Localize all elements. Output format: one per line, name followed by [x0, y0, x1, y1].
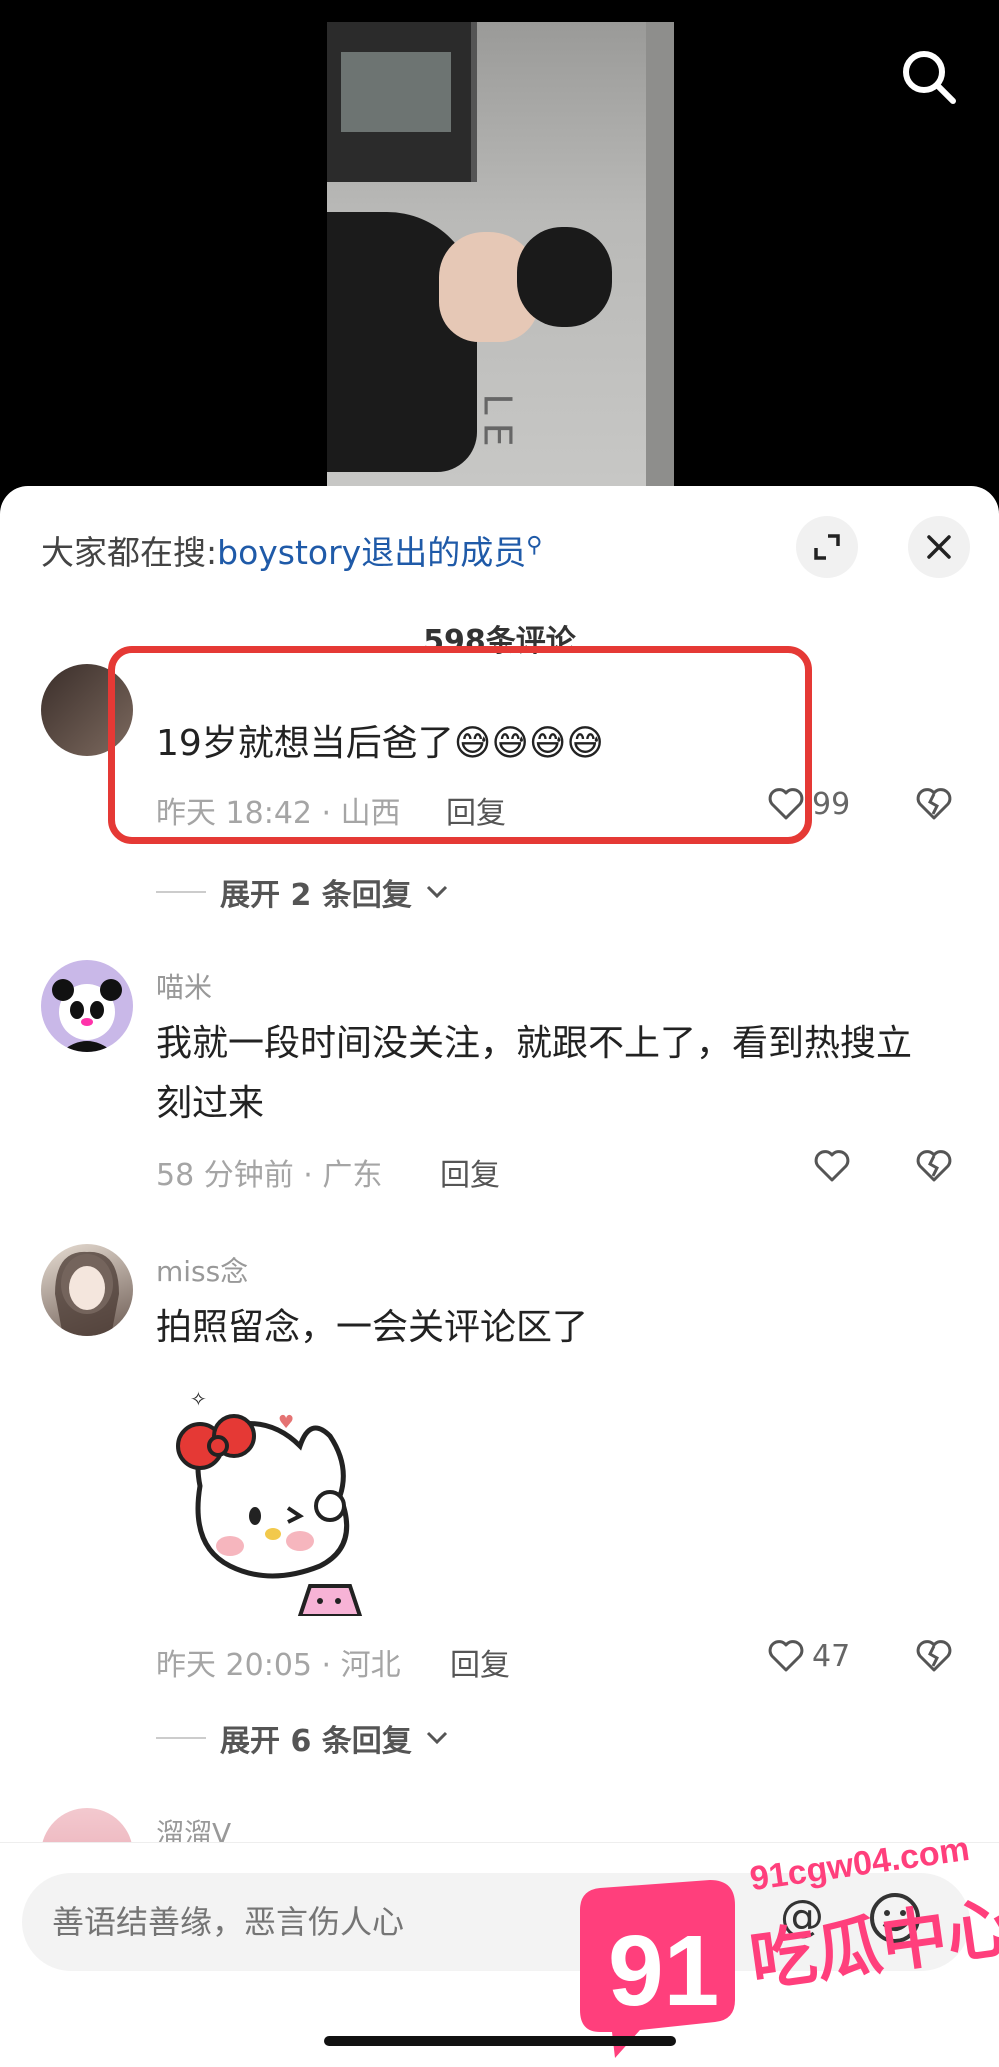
heart-icon	[768, 788, 804, 820]
reply-button[interactable]: 回复	[440, 1150, 500, 1194]
comment-text: 19岁就想当后爸了😅😅😅😅	[156, 723, 604, 764]
broken-heart-icon	[916, 1640, 952, 1672]
dislike-button[interactable]	[914, 784, 954, 828]
hot-search-bar[interactable]: 大家都在搜:boystory退出的成员⚲	[41, 526, 542, 574]
comment-count: 598条评论	[423, 624, 576, 659]
heart-icon	[768, 1640, 804, 1672]
avatar[interactable]	[41, 664, 133, 756]
like-count: 99	[812, 786, 851, 822]
search-icon	[903, 51, 956, 104]
expand-replies-button[interactable]: 展开 2 条回复	[156, 870, 448, 914]
comment-text: 我就一段时间没关注，就跟不上了，看到热搜立刻过来	[156, 1023, 913, 1124]
search-button[interactable]	[897, 45, 961, 109]
like-button[interactable]	[812, 1146, 852, 1186]
like-count: 47	[812, 1638, 851, 1674]
expand-replies-button[interactable]: 展开 6 条回复	[156, 1716, 448, 1760]
watermark-logo: 91 91cgw04.com 吃瓜中心	[560, 1800, 999, 2060]
hot-search-prefix: 大家都在搜:	[41, 533, 218, 572]
heart-icon	[814, 1150, 850, 1182]
comment-username[interactable]: miss念	[156, 1250, 248, 1290]
like-button[interactable]: 99	[766, 784, 850, 824]
watermark-name: 吃瓜中心	[745, 1888, 999, 2001]
hot-search-term[interactable]: boystory退出的成员	[217, 533, 526, 572]
comment-meta: 昨天 18:42 · 山西	[156, 796, 401, 831]
avatar[interactable]	[41, 960, 133, 1052]
dislike-button[interactable]	[914, 1636, 954, 1680]
chevron-down-icon	[426, 1731, 447, 1745]
comment-meta: 昨天 20:05 · 河北	[156, 1648, 401, 1683]
broken-heart-icon	[916, 788, 952, 820]
expand-icon	[814, 534, 840, 560]
broken-heart-icon	[916, 1150, 952, 1182]
chevron-down-icon	[426, 885, 447, 899]
reply-button[interactable]: 回复	[446, 788, 506, 832]
video-frame: LE	[327, 22, 674, 500]
comment-username[interactable]: 喵米	[156, 966, 212, 1006]
like-button[interactable]: 47	[766, 1636, 850, 1676]
expand-replies-label: 展开 6 条回复	[220, 1724, 412, 1759]
video-player[interactable]: LE	[0, 0, 999, 500]
expand-button[interactable]	[796, 516, 858, 578]
watermark-domain: 91cgw04.com	[748, 1830, 972, 1898]
home-indicator	[324, 2036, 676, 2046]
expand-replies-label: 展开 2 条回复	[220, 878, 412, 913]
comment-meta: 58 分钟前 · 广东	[156, 1158, 383, 1193]
avatar[interactable]	[41, 1244, 133, 1336]
comment-text: 拍照留念，一会关评论区了	[156, 1307, 589, 1348]
dislike-button[interactable]	[914, 1146, 954, 1190]
reply-button[interactable]: 回复	[450, 1640, 510, 1684]
close-button[interactable]	[908, 516, 970, 578]
close-icon	[927, 535, 951, 559]
svg-text:✧: ✧	[190, 1387, 207, 1411]
sticker-image[interactable]: ✧ ♥	[160, 1376, 405, 1618]
search-small-icon: ⚲	[526, 533, 543, 558]
svg-text:♥: ♥	[278, 1412, 294, 1433]
watermark-number: 91	[608, 1915, 719, 2027]
